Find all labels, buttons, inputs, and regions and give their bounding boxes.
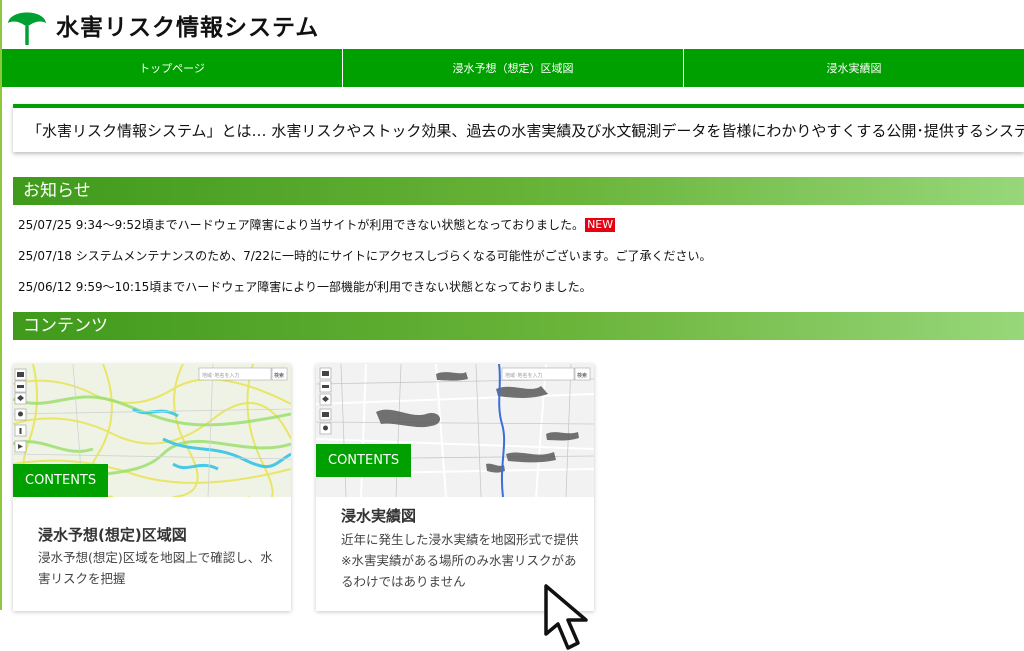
map-search-placeholder: 地域･地名を入力 — [202, 372, 240, 379]
site-header: 水害リスク情報システム — [0, 0, 1024, 48]
card-title[interactable]: 浸水予想(想定)区域図 — [38, 524, 187, 545]
site-title[interactable]: 水害リスク情報システム — [56, 8, 319, 42]
contents-heading: コンテンツ — [13, 312, 1024, 340]
notice-text: 25/07/25 9:34～9:52頃までハードウェア障害により当サイトが利用で… — [18, 218, 585, 232]
notice-text: 25/06/12 9:59～10:15頃までハードウェア障害により一部機能が利用… — [18, 280, 592, 294]
map-search-button-label: 検索 — [577, 372, 587, 379]
content-card-flood-forecast[interactable]: 地域･地名を入力 検索 CONTENTS 浸水予想(想定)区域図 浸水予想(想定… — [13, 364, 291, 611]
intro-box: 「水害リスク情報システム」とは… 水害リスクやストック効果、過去の水害実績及び水… — [13, 104, 1024, 152]
contents-tag: CONTENTS — [316, 444, 412, 477]
notice-text: 25/07/18 システムメンテナンスのため、7/22に一時的にサイトにアクセス… — [18, 249, 712, 263]
nav-item-top[interactable]: トップページ — [2, 49, 343, 87]
ginkgo-leaf-icon[interactable] — [6, 3, 48, 45]
map-search-button-label: 検索 — [274, 372, 284, 379]
notice-item: 25/07/25 9:34～9:52頃までハードウェア障害により当サイトが利用で… — [18, 216, 616, 233]
mouse-pointer-icon — [544, 584, 588, 650]
nav-item-flood-record-map[interactable]: 浸水実績図 — [684, 49, 1024, 87]
card-description: 浸水予想(想定)区域を地図上で確認し、水害リスクを把握 — [38, 550, 273, 586]
new-badge: NEW — [585, 218, 616, 232]
card-title[interactable]: 浸水実績図 — [341, 505, 416, 526]
left-accent-rule — [0, 0, 2, 610]
contents-tag: CONTENTS — [13, 464, 109, 497]
flood-record-map-thumbnail: 地域･地名を入力 検索 — [316, 364, 594, 497]
content-card-flood-record[interactable]: 地域･地名を入力 検索 CONTENTS 浸水実績図 近年に発生した浸水実績を地… — [316, 364, 594, 611]
nav-item-flood-forecast-map[interactable]: 浸水予想（想定）区域図 — [343, 49, 684, 87]
notice-item: 25/06/12 9:59～10:15頃までハードウェア障害により一部機能が利用… — [18, 278, 592, 295]
notice-item: 25/07/18 システムメンテナンスのため、7/22に一時的にサイトにアクセス… — [18, 247, 712, 264]
map-search-placeholder: 地域･地名を入力 — [505, 372, 543, 379]
notice-heading: お知らせ — [13, 177, 1024, 205]
main-nav: トップページ 浸水予想（想定）区域図 浸水実績図 — [2, 49, 1024, 87]
intro-text: 「水害リスク情報システム」とは… 水害リスクやストック効果、過去の水害実績及び水… — [27, 122, 1024, 140]
